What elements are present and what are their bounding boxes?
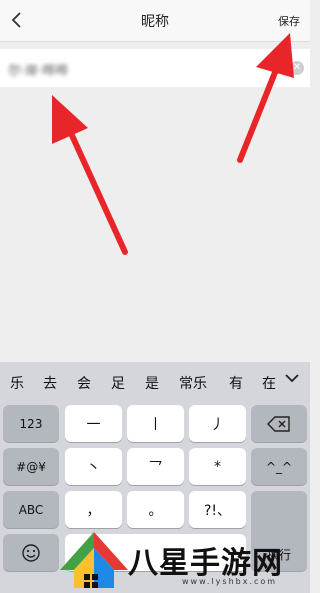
- backspace-icon: [267, 415, 290, 432]
- candidate-word[interactable]: 会: [77, 373, 91, 393]
- nickname-input[interactable]: 尔·岸·哗哗: [8, 60, 68, 79]
- candidate-bar: 乐 去 会 足 是 常乐 有 在: [0, 362, 310, 400]
- stroke-horizontal-key[interactable]: 一: [65, 405, 122, 442]
- stroke-left-falling-key[interactable]: 丿: [189, 405, 246, 442]
- annotation-arrow-line: [62, 117, 128, 255]
- punctuation-key[interactable]: ?!、: [189, 491, 246, 528]
- candidate-word[interactable]: 在: [262, 373, 276, 393]
- symbols-key[interactable]: #@¥: [3, 448, 59, 485]
- period-key[interactable]: 。: [127, 491, 184, 528]
- stroke-dot-key[interactable]: 丶: [65, 448, 122, 485]
- page-title: 昵称: [141, 14, 169, 30]
- watermark-brand: 八星手游网: [128, 546, 283, 581]
- nickname-input-row[interactable]: 尔·岸·哗哗 ✕: [0, 49, 310, 87]
- candidate-word[interactable]: 足: [111, 373, 125, 393]
- stroke-turn-key[interactable]: 乛: [127, 448, 184, 485]
- candidate-word[interactable]: 有: [229, 373, 243, 393]
- emoji-icon: [22, 543, 40, 562]
- abc-key[interactable]: ABC: [3, 491, 59, 528]
- annotation-arrowhead: [52, 95, 88, 144]
- wildcard-key[interactable]: *: [189, 448, 246, 485]
- candidate-word[interactable]: 常乐: [179, 373, 207, 393]
- numbers-key[interactable]: 123: [3, 405, 59, 442]
- navigation-bar: 昵称 保存: [0, 0, 310, 42]
- emoticon-key[interactable]: ^_^: [251, 448, 307, 485]
- candidate-word[interactable]: 去: [43, 373, 57, 393]
- watermark-url: www.lyshbx.com: [182, 577, 278, 586]
- save-button[interactable]: 保存: [278, 13, 300, 29]
- candidate-word[interactable]: 是: [145, 373, 159, 393]
- clear-input-icon[interactable]: ✕: [290, 61, 304, 75]
- emoji-key[interactable]: [3, 534, 59, 571]
- chevron-down-icon[interactable]: [282, 368, 302, 388]
- stroke-vertical-key[interactable]: 丨: [127, 405, 184, 442]
- delete-key[interactable]: [251, 405, 307, 442]
- watermark-logo-icon: [60, 532, 128, 588]
- candidate-word[interactable]: 乐: [10, 373, 24, 393]
- comma-key[interactable]: ，: [65, 491, 122, 528]
